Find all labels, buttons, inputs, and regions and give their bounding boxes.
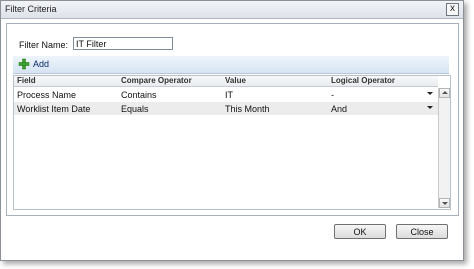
table-row[interactable]: Process Name Contains IT -	[14, 88, 438, 101]
dropdown-arrow-icon[interactable]	[427, 106, 433, 109]
criteria-toolbar: Add	[13, 56, 449, 74]
column-header-value: Value	[225, 76, 246, 85]
operator-cell[interactable]: Equals	[121, 103, 149, 115]
dialog-content: Filter Name: Add Field Compare Operator …	[6, 23, 459, 216]
column-header-logical-operator: Logical Operator	[331, 76, 396, 85]
grid-header: Field Compare Operator Value Logical Ope…	[14, 76, 438, 87]
column-header-compare-operator: Compare Operator	[121, 76, 192, 85]
filter-name-label: Filter Name:	[19, 40, 69, 50]
operator-cell[interactable]: Contains	[121, 89, 157, 101]
field-cell[interactable]: Worklist Item Date	[17, 103, 90, 115]
filter-name-input[interactable]	[73, 37, 173, 50]
logical-operator-cell[interactable]: And	[331, 103, 347, 115]
field-cell[interactable]: Process Name	[17, 89, 76, 101]
filter-criteria-dialog: Filter Criteria x Filter Name: Add Field…	[0, 0, 464, 261]
close-icon[interactable]: x	[446, 3, 459, 16]
add-label: Add	[33, 59, 50, 69]
dropdown-arrow-icon[interactable]	[427, 92, 433, 95]
table-row[interactable]: Worklist Item Date Equals This Month And	[14, 102, 438, 115]
value-cell[interactable]: This Month	[225, 103, 270, 115]
close-button[interactable]: Close	[396, 224, 448, 239]
scroll-down-icon[interactable]	[439, 198, 450, 208]
value-cell[interactable]: IT	[225, 89, 233, 101]
logical-operator-cell[interactable]: -	[331, 89, 334, 101]
grid-scrollbar[interactable]	[438, 88, 450, 208]
title-bar: Filter Criteria x	[1, 1, 463, 19]
ok-button[interactable]: OK	[334, 224, 386, 239]
dialog-title: Filter Criteria	[5, 4, 57, 14]
criteria-grid: Field Compare Operator Value Logical Ope…	[13, 75, 451, 210]
scroll-up-icon[interactable]	[439, 88, 450, 98]
add-plus-icon	[18, 58, 30, 70]
column-header-field: Field	[17, 76, 36, 85]
